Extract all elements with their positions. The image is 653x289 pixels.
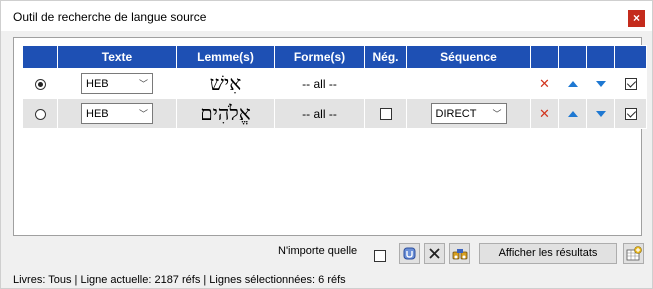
chevron-down-icon: ﹀ — [138, 109, 148, 119]
bottom-toolbar: N'importe quelle Afficher les résultats — [13, 240, 644, 268]
text-dropdown[interactable]: HEB ﹀ — [81, 73, 153, 94]
text-dropdown-value: HEB — [86, 77, 109, 90]
table-row[interactable]: HEB ﹀ אֱלֹהִים -- all -- DIRECT ﹀ ✕ — [22, 98, 647, 129]
header-text[interactable]: Texte — [57, 45, 177, 69]
sequence-dropdown-value: DIRECT — [435, 107, 477, 120]
table-row[interactable]: HEB ﹀ אִישׁ -- all -- ✕ — [22, 68, 647, 99]
include-checkbox[interactable] — [624, 108, 637, 121]
binoculars-icon — [452, 249, 467, 260]
arrow-up-icon[interactable] — [567, 111, 578, 118]
header-down — [586, 45, 615, 69]
delete-all-button[interactable] — [424, 243, 445, 264]
forms-cell[interactable]: -- all -- — [302, 107, 337, 121]
close-icon: × — [632, 11, 640, 25]
title-bar[interactable]: Outil de recherche de langue source × — [1, 1, 652, 31]
lemma-cell[interactable]: אֱלֹהִים — [200, 101, 251, 125]
chevron-down-icon: ﹀ — [492, 109, 502, 119]
delete-icon[interactable]: ✕ — [539, 76, 550, 91]
lemma-cell[interactable]: אִישׁ — [210, 71, 241, 95]
query-grid-panel: Texte Lemme(s) Forme(s) Nég. Séquence HE… — [13, 37, 647, 236]
add-row-button[interactable] — [623, 243, 644, 264]
search-options-button[interactable] — [449, 243, 470, 264]
row-select-radio[interactable] — [34, 78, 46, 90]
text-dropdown[interactable]: HEB ﹀ — [81, 103, 153, 124]
header-sequence[interactable]: Séquence — [406, 45, 531, 69]
arrow-down-icon[interactable] — [595, 81, 606, 88]
text-dropdown-value: HEB — [86, 107, 109, 120]
header-delete — [530, 45, 559, 69]
delete-icon[interactable]: ✕ — [539, 106, 550, 121]
eraser-icon — [403, 247, 416, 260]
query-grid: Texte Lemme(s) Forme(s) Nég. Séquence HE… — [22, 45, 647, 129]
header-forms[interactable]: Forme(s) — [274, 45, 365, 69]
arrow-up-icon[interactable] — [567, 81, 578, 88]
add-grid-icon — [626, 246, 642, 261]
grid-header-row: Texte Lemme(s) Forme(s) Nég. Séquence — [22, 45, 647, 69]
header-select — [22, 45, 58, 69]
chevron-down-icon: ﹀ — [138, 79, 148, 89]
window-title: Outil de recherche de langue source — [13, 10, 207, 24]
row-select-radio[interactable] — [34, 108, 46, 120]
close-icon — [429, 248, 440, 259]
any-checkbox[interactable] — [374, 250, 386, 262]
status-bar: Livres: Tous | Ligne actuelle: 2187 réfs… — [13, 274, 346, 286]
clear-button[interactable] — [399, 243, 420, 264]
header-up — [558, 45, 587, 69]
sequence-dropdown[interactable]: DIRECT ﹀ — [430, 103, 507, 124]
header-negation[interactable]: Nég. — [364, 45, 407, 69]
negation-checkbox[interactable] — [379, 108, 392, 121]
include-checkbox[interactable] — [624, 78, 637, 91]
negation-cell-empty — [364, 68, 407, 99]
show-results-button[interactable]: Afficher les résultats — [479, 243, 617, 264]
any-label: N'importe quelle — [278, 245, 358, 257]
search-dialog: Outil de recherche de langue source × Te… — [0, 0, 653, 289]
header-include — [614, 45, 647, 69]
arrow-down-icon[interactable] — [595, 111, 606, 118]
sequence-cell-empty — [406, 68, 531, 99]
forms-cell[interactable]: -- all -- — [302, 77, 337, 91]
close-button[interactable]: × — [628, 10, 645, 27]
header-lemma[interactable]: Lemme(s) — [176, 45, 275, 69]
